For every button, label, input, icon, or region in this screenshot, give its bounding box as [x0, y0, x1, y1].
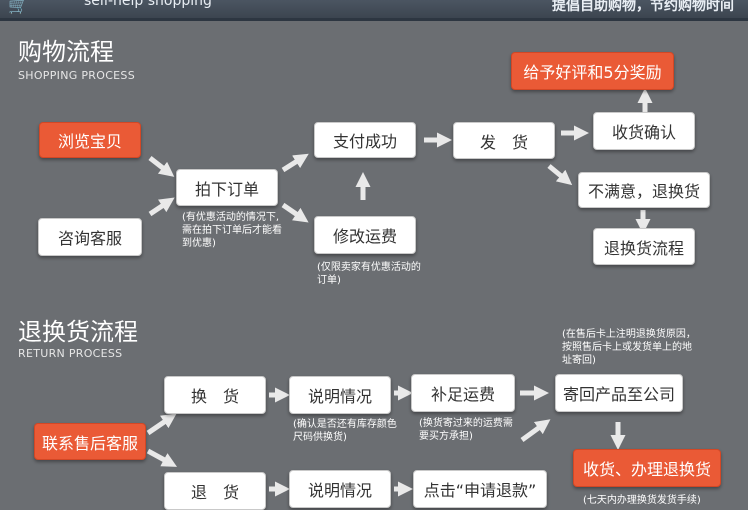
return-process-subtitle: RETURN PROCESS: [18, 347, 123, 360]
arrow-browse-to-order: [148, 156, 175, 177]
return-process-title: 退换货流程: [18, 318, 138, 346]
send-back-step: 寄回产品至公司: [555, 374, 683, 412]
good-review-step: 给予好评和5分奖励: [511, 52, 674, 90]
refund-step: 退 货: [164, 472, 266, 510]
exchange-step: 换 货: [164, 376, 266, 414]
place-order-note: (有优惠活动的情况下,需在拍下订单后才能看到优惠): [182, 212, 282, 249]
arrow-apply-to-sendback: [520, 419, 551, 443]
modify-shipping-note: (仅限卖家有优惠活动的订单): [317, 262, 421, 286]
shopping-process-title: 购物流程: [18, 38, 114, 66]
ship-step: 发 货: [453, 122, 555, 159]
apply-refund-step: 点击“申请退款”: [413, 470, 547, 508]
supplement-shipping-step: 补足运费: [411, 374, 515, 412]
receive-process-step: 收货、办理退换货: [573, 449, 721, 487]
explain-situation-refund-step: 说明情况: [289, 470, 391, 508]
consult-service-step: 咨询客服: [38, 218, 142, 256]
unsatisfied-step: 不满意，退换货: [578, 172, 710, 208]
arrow-contact-to-refund: [146, 448, 178, 467]
place-order-step: 拍下订单: [176, 169, 278, 206]
contact-after-sales-step: 联系售后客服: [34, 423, 146, 460]
payment-success-step: 支付成功: [314, 122, 416, 158]
explain-situation-step: 说明情况: [289, 376, 391, 414]
seven-day-note: (七天内办理换货发货手续): [583, 495, 701, 506]
browse-products-step: 浏览宝贝: [39, 122, 141, 158]
arrow-ship-to-unsatisfied: [547, 164, 573, 186]
explain-situation-note: (确认是否还有库存颜色尺码供换货): [293, 419, 397, 443]
send-back-note: (在售后卡上注明退换货原因，按照售后卡上或发货单上的地址寄回): [562, 329, 696, 366]
modify-shipping-step: 修改运费: [314, 216, 416, 254]
supplement-shipping-note: (换货寄过来的运费需要买方承担): [419, 418, 513, 442]
arrow-consult-to-order: [148, 197, 175, 217]
arrow-contact-to-exchange: [146, 413, 177, 436]
shopping-process-subtitle: SHOPPING PROCESS: [18, 69, 136, 82]
return-flow-step: 退换货流程: [593, 228, 695, 265]
arrow-order-to-pay: [281, 153, 309, 173]
confirm-receipt-step: 收货确认: [593, 112, 695, 150]
